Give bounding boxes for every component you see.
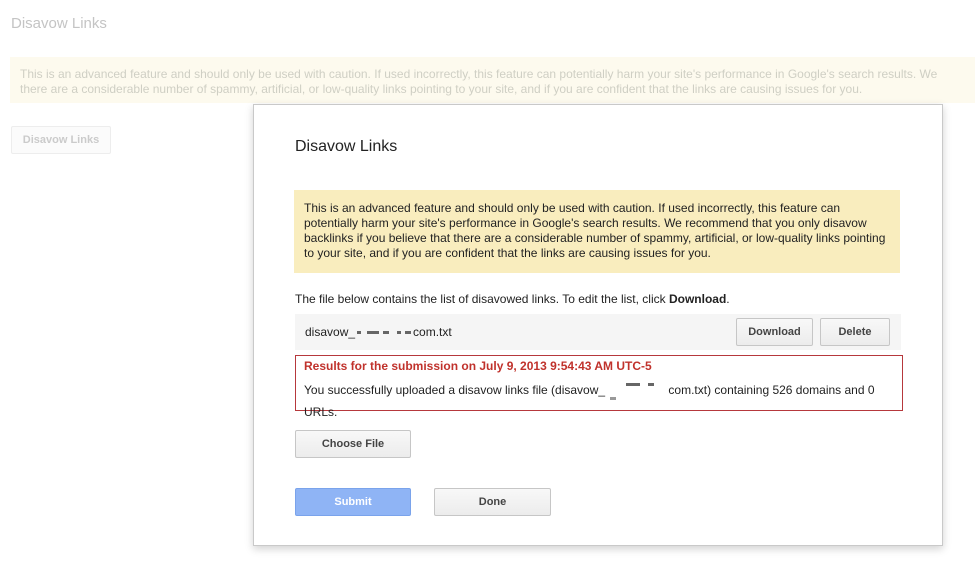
background-disavow-links-button: Disavow Links — [11, 126, 111, 154]
results-message-prefix: You successfully uploaded a disavow link… — [304, 383, 606, 398]
results-title: Results for the submission on July 9, 20… — [304, 359, 652, 373]
instructions-text: The file below contains the list of disa… — [295, 292, 730, 306]
submission-results-box: Results for the submission on July 9, 20… — [295, 355, 903, 419]
download-button[interactable]: Download — [736, 318, 813, 346]
disavow-links-dialog: Disavow Links This is an advanced featur… — [253, 104, 943, 546]
file-name-prefix: disavow_ — [305, 325, 356, 339]
delete-button[interactable]: Delete — [820, 318, 890, 346]
instructions-prefix: The file below contains the list of disa… — [295, 292, 669, 306]
instructions-download-emphasis: Download — [668, 292, 727, 306]
background-warning-banner: This is an advanced feature and should o… — [10, 57, 975, 103]
redacted-domain — [608, 377, 668, 405]
disavow-file-row: disavow_ com.txt Download Delete — [295, 314, 901, 350]
background-warning-line-2: there are a considerable number of spamm… — [20, 82, 863, 96]
submit-button[interactable]: Submit — [295, 488, 411, 516]
background-warning-line-1: This is an advanced feature and should o… — [20, 67, 938, 81]
choose-file-button[interactable]: Choose File — [295, 430, 411, 458]
file-name-suffix: com.txt — [413, 325, 452, 339]
done-button[interactable]: Done — [434, 488, 551, 516]
disavow-file-name: disavow_ com.txt — [305, 325, 452, 339]
redacted-domain — [355, 330, 413, 334]
caution-warning-banner: This is an advanced feature and should o… — [294, 190, 900, 273]
background-page-title: Disavow Links — [11, 15, 107, 32]
results-message: You successfully uploaded a disavow link… — [304, 377, 894, 419]
instructions-suffix: . — [726, 292, 730, 306]
dialog-title: Disavow Links — [295, 138, 398, 155]
